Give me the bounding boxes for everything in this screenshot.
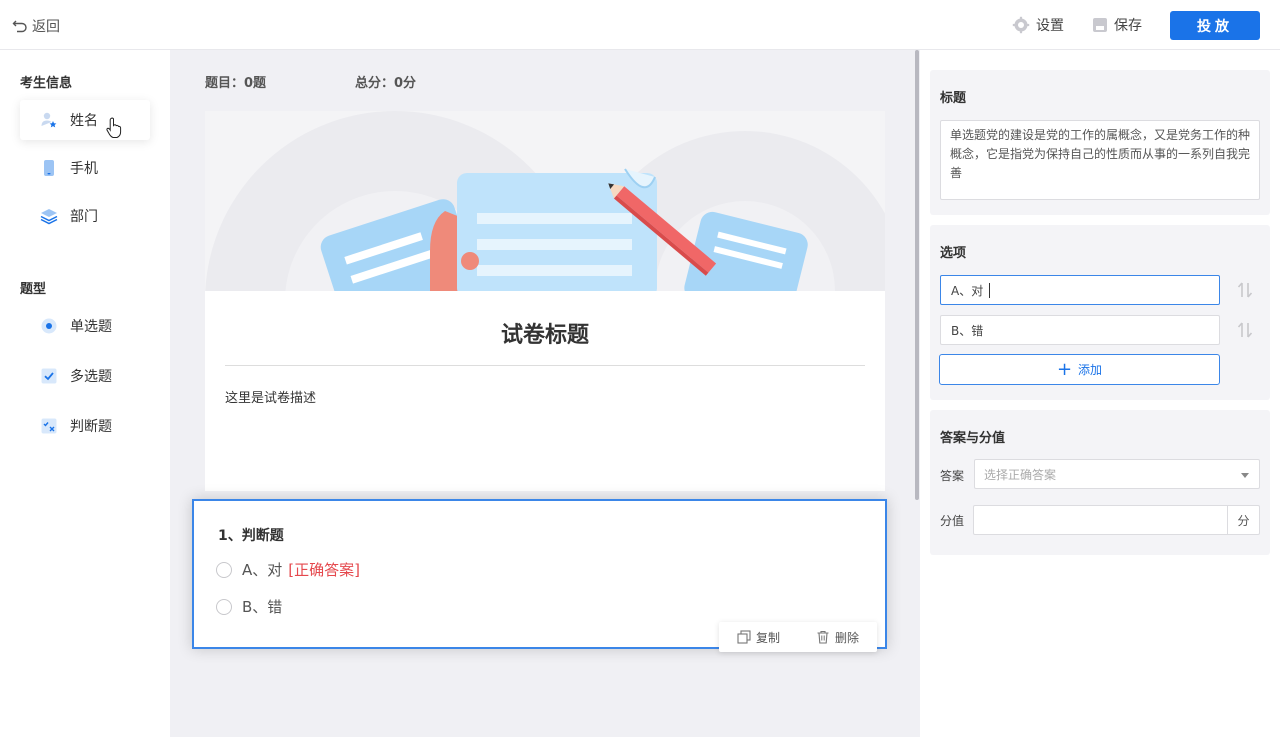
back-arrow-icon <box>12 20 27 33</box>
gear-icon <box>1012 16 1030 34</box>
plus-icon: + <box>1056 358 1073 380</box>
sidebar-item-multi-choice[interactable]: 多选题 <box>20 356 150 396</box>
sidebar-item-department[interactable]: 部门 <box>20 196 150 236</box>
checkbox-icon <box>40 367 58 385</box>
radio-icon[interactable] <box>216 598 232 615</box>
top-bar: 返回 设置 保存 投放 <box>0 0 1280 50</box>
add-option-button[interactable]: + 添加 <box>939 354 1220 385</box>
canvas-scrollbar[interactable] <box>915 50 919 500</box>
answer-select[interactable]: 选择正确答案 <box>974 459 1260 489</box>
publish-button[interactable]: 投放 <box>1170 11 1260 40</box>
layers-icon <box>40 207 58 225</box>
paper-banner-illustration <box>205 111 885 291</box>
answer-score-heading: 答案与分值 <box>940 431 1006 446</box>
title-section: 标题 单选题党的建设是党的工作的属概念，又是党务工作的种概念，它是指党为保持自己… <box>930 70 1270 215</box>
answer-score-section: 答案与分值 答案 选择正确答案 分值 分 <box>930 410 1270 555</box>
sidebar-item-label: 手机 <box>70 161 98 177</box>
dropdown-arrow-icon <box>1241 473 1249 478</box>
sidebar-item-label: 判断题 <box>70 419 112 435</box>
answer-label: 答案 <box>940 469 965 483</box>
copy-button[interactable]: 复制 <box>737 629 780 646</box>
sidebar-item-label: 单选题 <box>70 319 112 335</box>
score-unit: 分 <box>1227 506 1259 534</box>
save-button[interactable]: 保存 <box>1092 15 1142 35</box>
question-count: 题目：0题 <box>205 76 267 91</box>
sidebar-item-label: 姓名 <box>70 113 98 129</box>
question-option-b[interactable]: B、错 <box>216 596 282 617</box>
question-actions: 复制 删除 <box>719 622 877 652</box>
options-section-heading: 选项 <box>940 246 967 261</box>
answer-placeholder: 选择正确答案 <box>984 467 1057 482</box>
question-title: 1、判断题 <box>218 528 284 544</box>
correct-answer-tag: [正确答案] <box>288 561 360 579</box>
trash-icon <box>817 630 829 644</box>
text-caret <box>989 282 991 298</box>
score-label: 分值 <box>940 514 965 528</box>
add-option-label: 添加 <box>1078 363 1103 377</box>
save-icon <box>1093 18 1107 32</box>
option-label: A、对 <box>242 561 283 579</box>
sort-icon[interactable] <box>1235 280 1255 300</box>
judge-icon <box>40 417 58 435</box>
question-card[interactable]: 1、判断题 A、对 [正确答案] B、错 复制 删除 <box>192 499 887 652</box>
delete-button[interactable]: 删除 <box>816 629 859 646</box>
total-score: 总分：0分 <box>355 76 417 91</box>
hand-cursor-icon <box>106 117 122 138</box>
exam-paper: 试卷标题 这里是试卷描述 <box>205 111 885 491</box>
settings-label: 设置 <box>1036 18 1064 34</box>
settings-button[interactable]: 设置 <box>1012 15 1064 35</box>
copy-label: 复制 <box>755 630 780 645</box>
sidebar-item-true-false[interactable]: 判断题 <box>20 406 150 446</box>
option-label: B、错 <box>242 598 283 616</box>
back-button[interactable]: 返回 <box>12 16 60 36</box>
candidate-info-heading: 考生信息 <box>20 76 73 91</box>
phone-icon <box>40 159 58 177</box>
sidebar-item-single-choice[interactable]: 单选题 <box>20 306 150 346</box>
sidebar-item-name[interactable]: 姓名 <box>20 100 150 140</box>
option-input-value: A、对 <box>951 283 984 298</box>
sidebar-item-label: 多选题 <box>70 369 112 385</box>
option-input-a[interactable]: A、对 <box>940 275 1220 305</box>
radio-icon <box>40 317 58 335</box>
user-star-icon <box>40 111 58 129</box>
save-label: 保存 <box>1114 18 1142 34</box>
sidebar-item-phone[interactable]: 手机 <box>20 148 150 188</box>
paper-description[interactable]: 这里是试卷描述 <box>225 387 316 406</box>
question-option-a[interactable]: A、对 [正确答案] <box>216 559 360 580</box>
delete-label: 删除 <box>834 630 859 645</box>
paper-divider <box>225 365 865 366</box>
option-input-value: B、错 <box>951 323 984 338</box>
title-textarea[interactable]: 单选题党的建设是党的工作的属概念，又是党务工作的种概念，它是指党为保持自己的性质… <box>940 120 1260 200</box>
option-input-b[interactable]: B、错 <box>940 315 1220 345</box>
radio-icon[interactable] <box>216 561 232 578</box>
back-label: 返回 <box>32 19 60 35</box>
sidebar-item-label: 部门 <box>70 209 98 225</box>
question-type-heading: 题型 <box>20 282 47 297</box>
paper-title[interactable]: 试卷标题 <box>205 317 885 349</box>
title-section-heading: 标题 <box>940 91 967 106</box>
sort-icon[interactable] <box>1235 320 1255 340</box>
copy-icon <box>737 630 751 644</box>
score-input[interactable]: 分 <box>973 505 1260 535</box>
